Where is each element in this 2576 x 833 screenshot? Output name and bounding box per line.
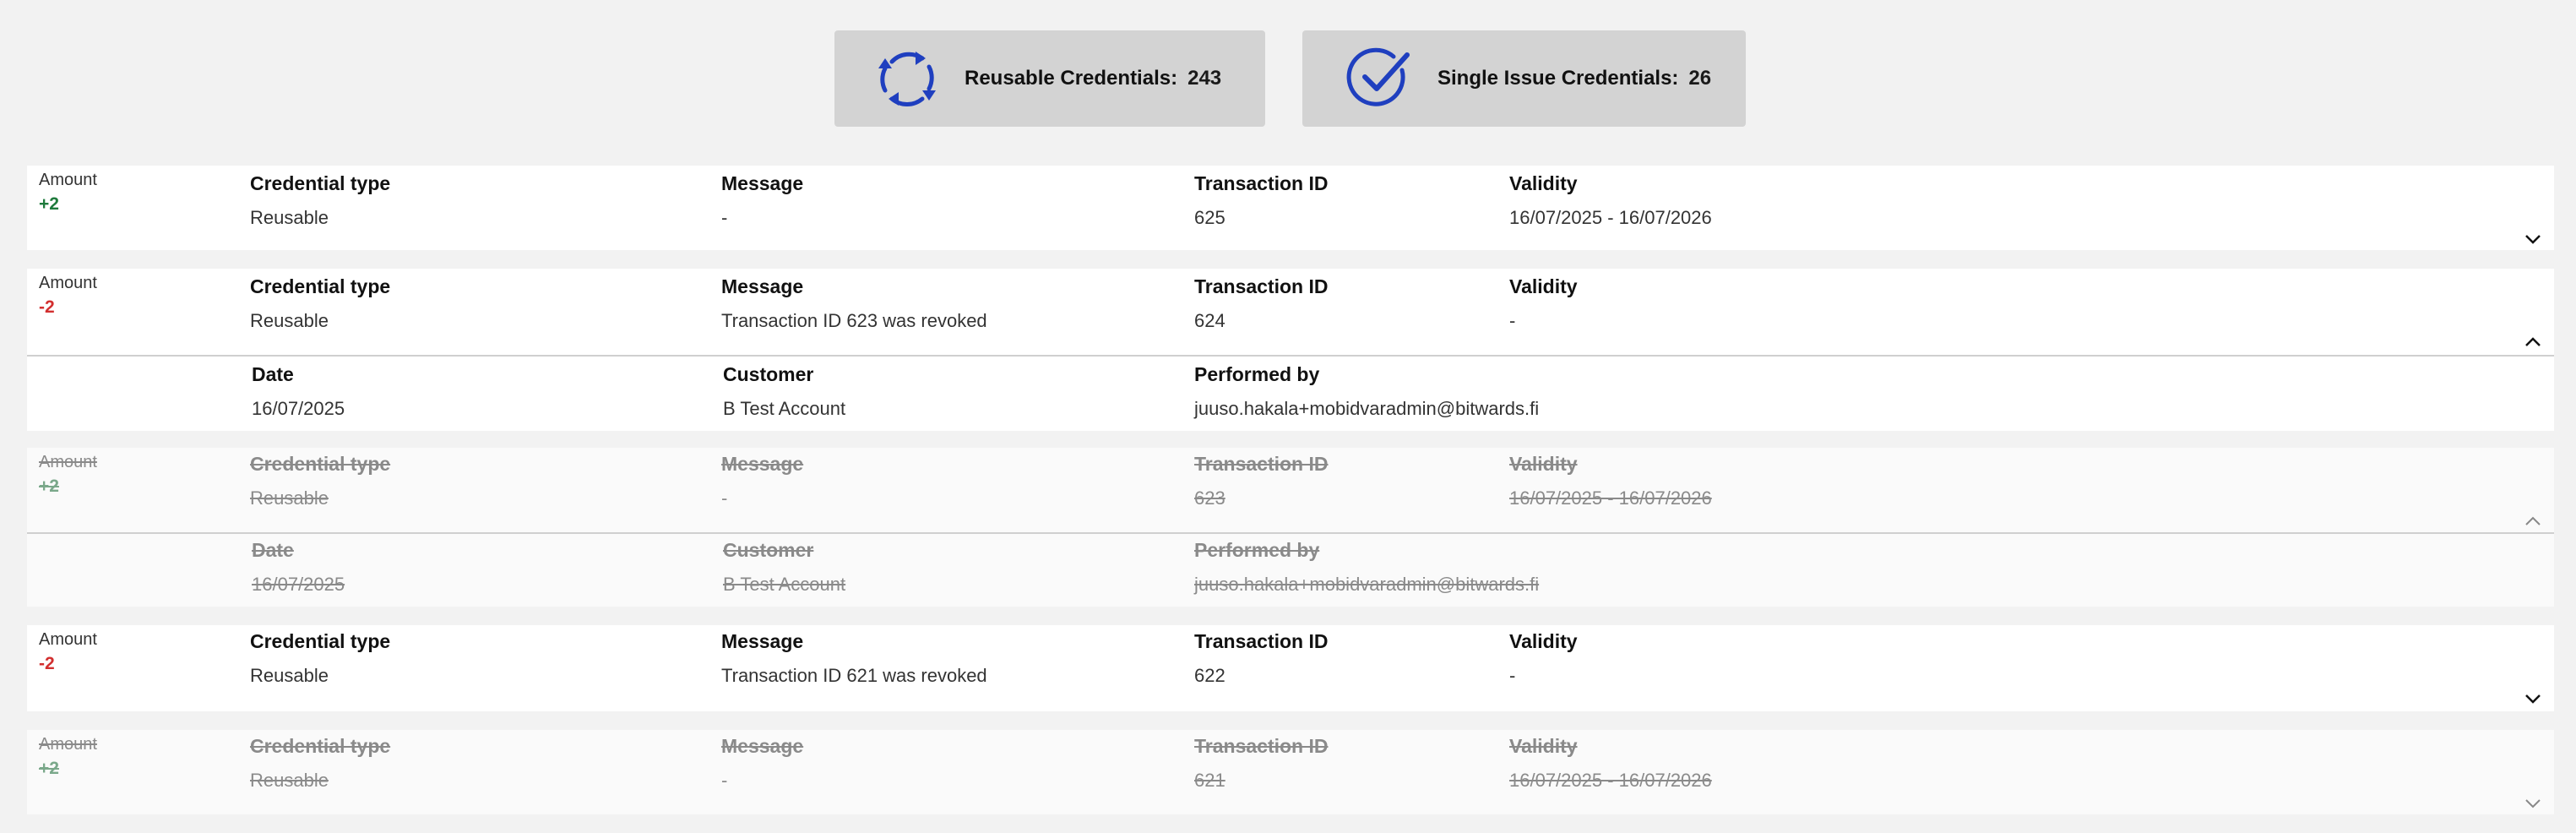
credential-type-label: Credential type bbox=[250, 735, 391, 757]
credential-type-value: Reusable bbox=[250, 665, 329, 686]
amount-label: Amount bbox=[39, 630, 97, 649]
check-circle-icon bbox=[1346, 47, 1410, 106]
message-label: Message bbox=[721, 453, 804, 475]
message-label: Message bbox=[721, 275, 804, 297]
reusable-credentials-label: Reusable Credentials: bbox=[965, 67, 1178, 90]
amount-value: +2 bbox=[39, 476, 59, 496]
message-value: - bbox=[721, 487, 728, 509]
validity-value: 16/07/2025 - 16/07/2026 bbox=[1509, 487, 1712, 509]
message-value: Transaction ID 621 was revoked bbox=[721, 665, 987, 686]
date-value: 16/07/2025 bbox=[252, 574, 345, 595]
chevron-down-icon[interactable] bbox=[2524, 230, 2542, 248]
transaction-id-value: 621 bbox=[1194, 770, 1226, 791]
validity-label: Validity bbox=[1509, 453, 1578, 475]
credential-type-value: Reusable bbox=[250, 310, 329, 331]
validity-label: Validity bbox=[1509, 630, 1578, 652]
transaction-details: Date 16/07/2025 Customer B Test Account Pe… bbox=[27, 532, 2554, 607]
validity-value: - bbox=[1509, 665, 1516, 686]
transaction-row[interactable]: Amount +2 Credential type Reusable Messag… bbox=[27, 166, 2554, 250]
validity-value: - bbox=[1509, 310, 1516, 331]
credential-type-label: Credential type bbox=[250, 630, 391, 652]
date-label: Date bbox=[252, 363, 294, 385]
amount-label: Amount bbox=[39, 274, 97, 292]
customer-value: B Test Account bbox=[723, 398, 846, 419]
transaction-id-label: Transaction ID bbox=[1194, 275, 1329, 297]
amount-label: Amount bbox=[39, 735, 97, 754]
reusable-credentials-card: Reusable Credentials: 243 bbox=[834, 30, 1265, 127]
customer-value: B Test Account bbox=[723, 574, 846, 595]
single-issue-credentials-label: Single Issue Credentials: bbox=[1437, 67, 1679, 90]
performed-by-value: juuso.hakala+mobidvaradmin@bitwards.fi bbox=[1194, 574, 1540, 595]
validity-label: Validity bbox=[1509, 172, 1578, 194]
transaction-id-label: Transaction ID bbox=[1194, 453, 1329, 475]
transaction-row[interactable]: Amount +2 Credential type Reusable Messag… bbox=[27, 730, 2554, 814]
amount-label: Amount bbox=[39, 453, 97, 471]
message-label: Message bbox=[721, 172, 804, 194]
message-label: Message bbox=[721, 630, 804, 652]
date-label: Date bbox=[252, 539, 294, 561]
chevron-up-icon[interactable] bbox=[2524, 333, 2542, 351]
transaction-id-value: 625 bbox=[1194, 207, 1226, 228]
amount-value: +2 bbox=[39, 759, 59, 778]
performed-by-label: Performed by bbox=[1194, 363, 1320, 385]
chevron-down-icon[interactable] bbox=[2524, 689, 2542, 708]
message-value: - bbox=[721, 207, 728, 228]
credential-type-value: Reusable bbox=[250, 487, 329, 509]
performed-by-label: Performed by bbox=[1194, 539, 1320, 561]
transaction-id-value: 623 bbox=[1194, 487, 1226, 509]
chevron-up-icon[interactable] bbox=[2524, 512, 2542, 531]
amount-value: -2 bbox=[39, 654, 55, 673]
single-issue-credentials-card: Single Issue Credentials: 26 bbox=[1302, 30, 1746, 127]
validity-value: 16/07/2025 - 16/07/2026 bbox=[1509, 207, 1712, 228]
transaction-id-label: Transaction ID bbox=[1194, 630, 1329, 652]
amount-value: -2 bbox=[39, 297, 55, 317]
single-issue-credentials-count: 26 bbox=[1688, 67, 1712, 90]
credential-type-label: Credential type bbox=[250, 453, 391, 475]
transaction-id-value: 622 bbox=[1194, 665, 1226, 686]
credential-type-value: Reusable bbox=[250, 207, 329, 228]
transaction-row[interactable]: Amount +2 Credential type Reusable Messag… bbox=[27, 448, 2554, 532]
message-label: Message bbox=[721, 735, 804, 757]
performed-by-value: juuso.hakala+mobidvaradmin@bitwards.fi bbox=[1194, 398, 1540, 419]
transaction-id-label: Transaction ID bbox=[1194, 735, 1329, 757]
message-value: Transaction ID 623 was revoked bbox=[721, 310, 987, 331]
validity-value: 16/07/2025 - 16/07/2026 bbox=[1509, 770, 1712, 791]
customer-label: Customer bbox=[723, 363, 814, 385]
message-value: - bbox=[721, 770, 728, 791]
transaction-row[interactable]: Amount -2 Credential type Reusable Messag… bbox=[27, 269, 2554, 355]
amount-value: +2 bbox=[39, 194, 59, 214]
amount-label: Amount bbox=[39, 171, 97, 189]
reusable-credentials-count: 243 bbox=[1187, 67, 1222, 90]
chevron-down-icon[interactable] bbox=[2524, 794, 2542, 813]
refresh-cycle-icon bbox=[878, 52, 936, 106]
credential-type-label: Credential type bbox=[250, 172, 391, 194]
customer-label: Customer bbox=[723, 539, 814, 561]
credential-type-label: Credential type bbox=[250, 275, 391, 297]
credential-type-value: Reusable bbox=[250, 770, 329, 791]
validity-label: Validity bbox=[1509, 275, 1578, 297]
date-value: 16/07/2025 bbox=[252, 398, 345, 419]
transaction-row[interactable]: Amount -2 Credential type Reusable Messag… bbox=[27, 625, 2554, 711]
transaction-id-label: Transaction ID bbox=[1194, 172, 1329, 194]
transaction-id-value: 624 bbox=[1194, 310, 1226, 331]
validity-label: Validity bbox=[1509, 735, 1578, 757]
transaction-details: Date 16/07/2025 Customer B Test Account Pe… bbox=[27, 355, 2554, 431]
